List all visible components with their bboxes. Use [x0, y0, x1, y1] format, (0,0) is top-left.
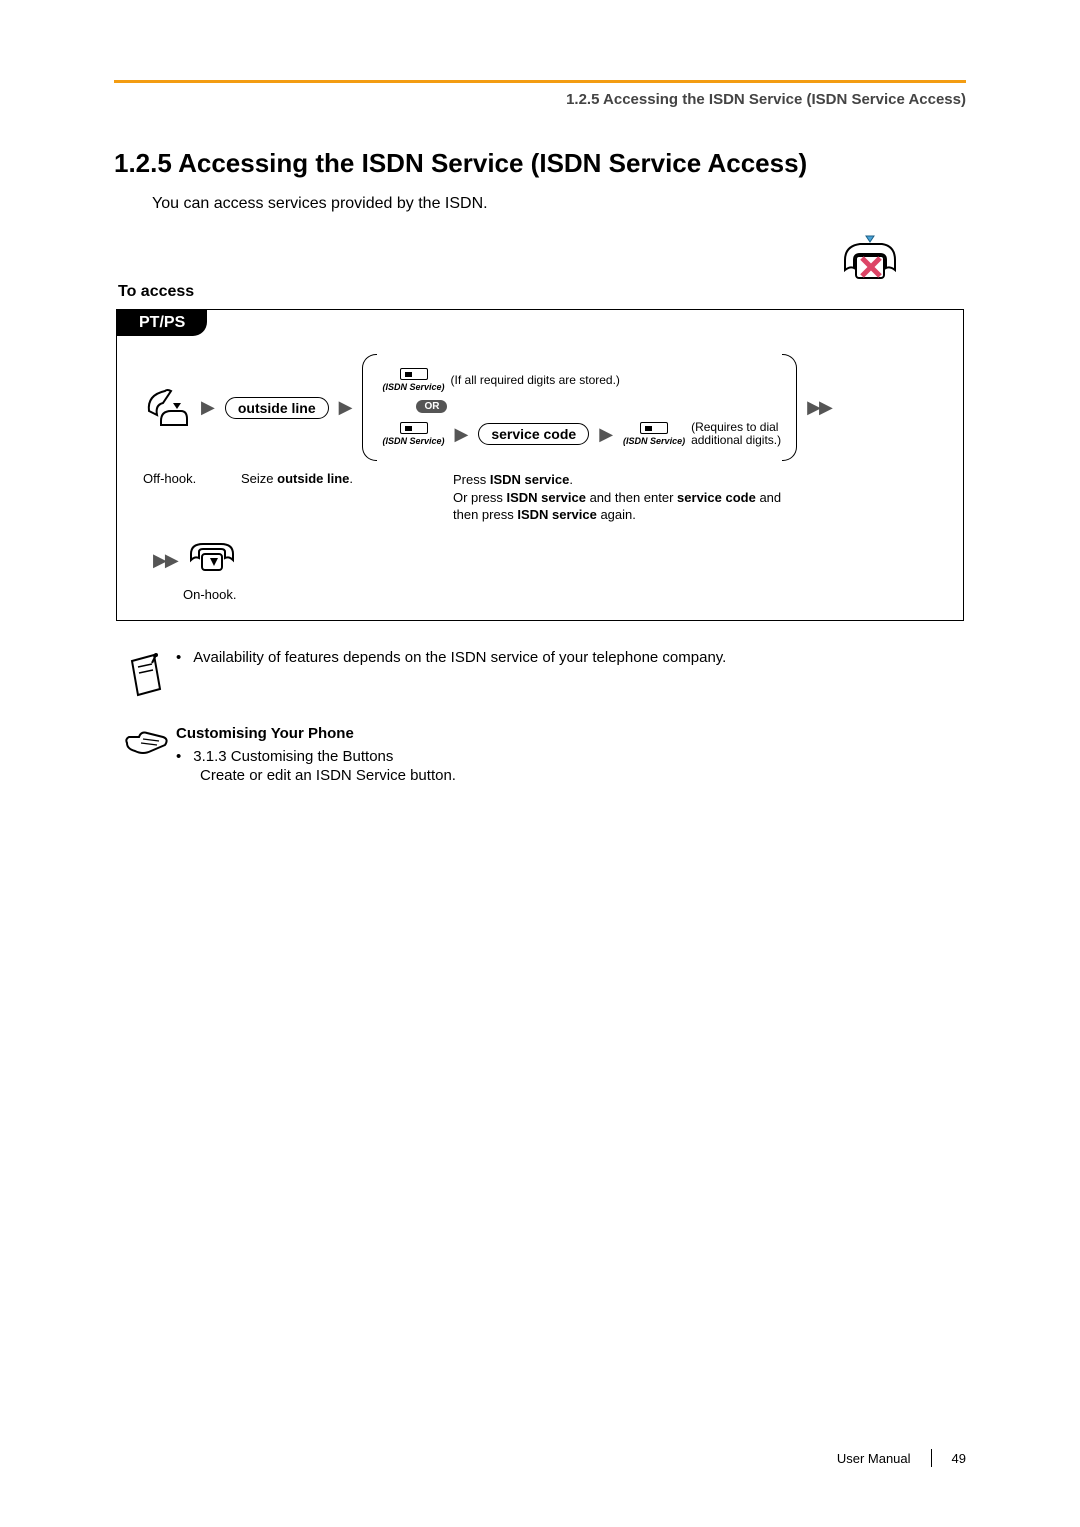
footer-label: User Manual	[837, 1451, 911, 1466]
footer-page: 49	[952, 1451, 966, 1466]
offhook-icon	[143, 381, 191, 434]
continue-arrow-icon: ▶▶	[153, 550, 177, 571]
requires-note: (Requires to dial additional digits.)	[691, 421, 781, 447]
offhook-caption: Off-hook.	[143, 471, 241, 524]
isdn-service-button-icon: (ISDN Service)	[382, 422, 444, 446]
note-all-digits: (If all required digits are stored.)	[451, 373, 620, 387]
page-title: 1.2.5 Accessing the ISDN Service (ISDN S…	[114, 148, 966, 179]
phone-x-icon	[840, 230, 900, 286]
onhook-icon	[187, 540, 237, 581]
customising-block: Customising Your Phone • 3.1.3 Customisi…	[116, 725, 964, 784]
note-text: Availability of features depends on the …	[193, 649, 726, 666]
arrow-icon: ▶	[455, 424, 469, 445]
footer-divider	[931, 1449, 932, 1467]
header-rule	[114, 80, 966, 83]
continue-arrow-icon: ▶▶	[807, 397, 831, 418]
isdn-option-group: (ISDN Service) (If all required digits a…	[362, 354, 797, 461]
note-icon	[116, 649, 176, 699]
isdn-service-button-icon: (ISDN Service)	[382, 368, 444, 392]
flow-row-1: ▶ outside line ▶ (ISDN Service) (If all …	[117, 336, 963, 471]
customising-item-title: 3.1.3 Customising the Buttons	[193, 748, 393, 765]
note-block: • Availability of features depends on th…	[116, 649, 964, 699]
arrow-icon: ▶	[201, 397, 215, 418]
pointing-hand-icon	[116, 725, 176, 757]
breadcrumb: 1.2.5 Accessing the ISDN Service (ISDN S…	[114, 91, 966, 108]
device-tab: PT/PS	[117, 310, 207, 336]
service-code-pill: service code	[478, 423, 589, 445]
bullet-dot: •	[176, 649, 181, 666]
bullet-dot: •	[176, 748, 181, 765]
procedure-box: PT/PS ▶ outside line ▶ (ISDN Service)	[116, 309, 964, 621]
customising-heading: Customising Your Phone	[176, 725, 456, 742]
captions-row: Off-hook. Seize outside line. Press ISDN…	[117, 471, 963, 536]
or-badge: OR	[416, 400, 447, 413]
isdn-service-button-icon: (ISDN Service)	[623, 422, 685, 446]
arrow-icon: ▶	[339, 397, 353, 418]
seize-caption: Seize outside line.	[241, 471, 383, 524]
isdn-phone-illustration	[840, 230, 900, 291]
arrow-icon: ▶	[599, 424, 613, 445]
outside-line-pill: outside line	[225, 397, 329, 419]
customising-item-desc: Create or edit an ISDN Service button.	[200, 767, 456, 784]
intro-text: You can access services provided by the …	[152, 195, 966, 213]
to-access-heading: To access	[118, 283, 966, 301]
footer: User Manual 49	[837, 1449, 966, 1467]
press-isdn-caption: Press ISDN service. Or press ISDN servic…	[453, 471, 781, 524]
flow-row-2: ▶▶	[117, 536, 963, 581]
onhook-caption: On-hook.	[117, 581, 963, 606]
